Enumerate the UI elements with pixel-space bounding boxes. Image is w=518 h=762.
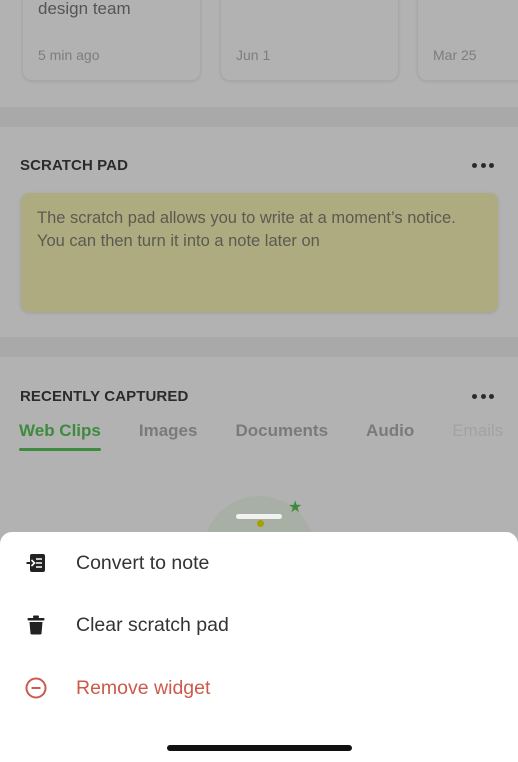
tab-images[interactable]: Images bbox=[139, 421, 198, 451]
scratch-pad-more-icon[interactable] bbox=[472, 161, 494, 169]
illustration-dot bbox=[257, 520, 264, 527]
tab-documents[interactable]: Documents bbox=[235, 421, 328, 451]
tab-audio[interactable]: Audio bbox=[366, 421, 414, 451]
clear-scratch-pad-label: Clear scratch pad bbox=[76, 613, 229, 636]
note-card-date: Jun 1 bbox=[236, 47, 271, 63]
action-sheet: Convert to note Clear scratch pad Remove… bbox=[0, 532, 518, 762]
section-divider bbox=[0, 107, 518, 127]
recently-captured-tabs: Web Clips Images Documents Audio Emails bbox=[19, 421, 518, 453]
notes-carousel: design team 5 min ago Jun 1 Mar 25 bbox=[0, 0, 518, 108]
note-card-date: Mar 25 bbox=[433, 47, 477, 63]
convert-to-note-icon bbox=[25, 552, 47, 574]
section-divider bbox=[0, 337, 518, 357]
note-card-text: design team bbox=[38, 0, 131, 18]
tab-emails[interactable]: Emails bbox=[452, 421, 503, 451]
convert-to-note-button[interactable]: Convert to note bbox=[0, 538, 518, 588]
note-card-date: 5 min ago bbox=[38, 47, 100, 63]
sheet-drag-handle[interactable] bbox=[236, 514, 282, 519]
trash-icon bbox=[25, 614, 47, 636]
star-icon: ★ bbox=[288, 499, 303, 516]
clear-scratch-pad-button[interactable]: Clear scratch pad bbox=[0, 600, 518, 650]
note-card[interactable]: design team 5 min ago bbox=[22, 0, 201, 81]
note-card[interactable]: Jun 1 bbox=[220, 0, 399, 81]
recently-captured-more-icon[interactable] bbox=[472, 392, 494, 400]
scratch-pad-input[interactable]: The scratch pad allows you to write at a… bbox=[21, 193, 498, 312]
remove-circle-icon bbox=[25, 677, 47, 699]
scratch-pad-text: The scratch pad allows you to write at a… bbox=[37, 209, 456, 250]
home-indicator bbox=[167, 745, 352, 751]
remove-widget-label: Remove widget bbox=[76, 676, 211, 699]
scratch-pad-title: SCRATCH PAD bbox=[20, 157, 129, 174]
note-card[interactable]: Mar 25 bbox=[417, 0, 518, 81]
recently-captured-title: RECENTLY CAPTURED bbox=[20, 388, 189, 405]
tab-web-clips[interactable]: Web Clips bbox=[19, 421, 101, 451]
convert-to-note-label: Convert to note bbox=[76, 551, 210, 574]
remove-widget-button[interactable]: Remove widget bbox=[0, 663, 518, 713]
